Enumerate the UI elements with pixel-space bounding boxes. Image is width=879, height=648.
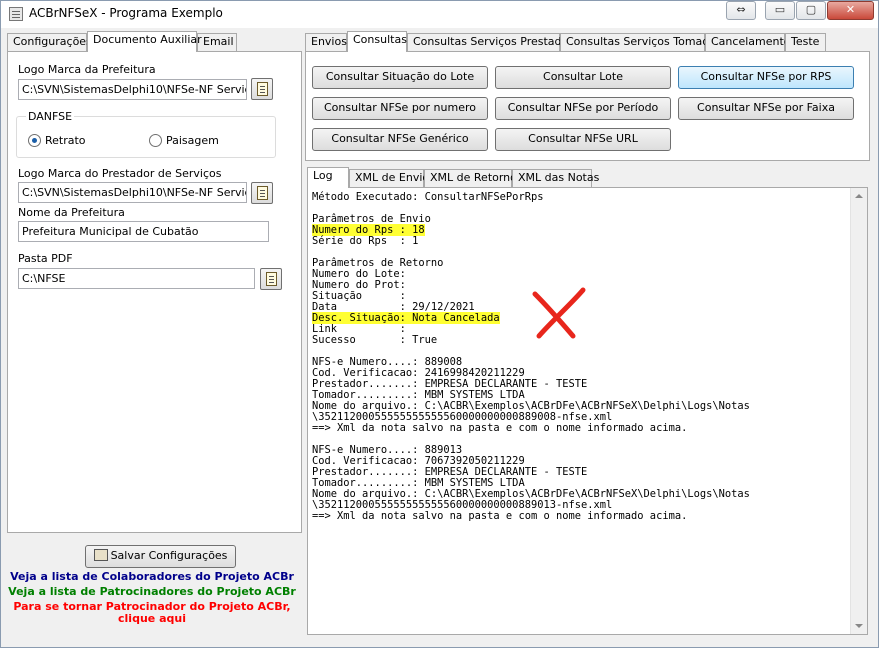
tab-xml-notas[interactable]: XML das Notas	[512, 169, 599, 187]
consultar-nfse-generico-button[interactable]: Consultar NFSe Genérico	[312, 128, 488, 151]
consultar-nfse-url-button[interactable]: Consultar NFSe URL	[495, 128, 671, 151]
logo-prestador-label: Logo Marca do Prestador de Serviços	[18, 167, 222, 180]
log-line: Série do Rps : 1	[312, 235, 419, 247]
browse-logo-prefeitura-button[interactable]	[251, 78, 273, 100]
scroll-down-arrow-icon[interactable]	[855, 624, 863, 628]
close-button[interactable]: ✕	[827, 1, 874, 20]
right-tab-row: Envios Consultas Consultas Serviços Pres…	[305, 31, 870, 52]
log-content: Método Executado: ConsultarNFSePorRps Pa…	[312, 192, 750, 522]
scroll-up-arrow-icon[interactable]	[855, 194, 863, 198]
radio-retrato-label: Retrato	[45, 134, 86, 147]
log-line: Sucesso : True	[312, 334, 438, 346]
tab-xml-envio[interactable]: XML de Envio	[349, 169, 429, 187]
danfse-label: DANFSE	[26, 110, 75, 123]
restore-tray-button[interactable]: ⇔	[726, 1, 756, 20]
tab-consultas-servicos-prestados[interactable]: Consultas Serviços Prestados	[407, 33, 574, 51]
salvar-configuracoes-label: Salvar Configurações	[110, 549, 228, 562]
left-tab-row: Configurações Documento Auxiliar Email	[7, 31, 302, 52]
tab-email[interactable]: Email	[197, 33, 237, 51]
tab-documento-auxiliar[interactable]: Documento Auxiliar	[87, 31, 202, 52]
tab-cancelamento[interactable]: Cancelamento	[705, 33, 791, 51]
log-line: Método Executado: ConsultarNFSePorRps	[312, 191, 544, 203]
patrocinador-link-line2[interactable]: clique aqui	[7, 612, 297, 625]
salvar-configuracoes-button[interactable]: Salvar Configurações	[85, 545, 236, 568]
browse-logo-prestador-button[interactable]	[251, 182, 273, 204]
log-line: ==> Xml da nota salvo na pasta e com o n…	[312, 422, 688, 434]
consultas-panel: Consultar Situação do Lote Consultar Lot…	[305, 51, 870, 161]
tab-teste[interactable]: Teste	[785, 33, 826, 51]
file-icon	[257, 186, 268, 200]
maximize-button[interactable]: ▢	[796, 1, 826, 20]
app-icon	[9, 7, 23, 21]
minimize-button[interactable]: ▭	[765, 1, 795, 20]
title-bar: ACBrNFSeX - Programa Exemplo ⇔ ▭ ▢ ✕	[1, 1, 878, 28]
pasta-pdf-label: Pasta PDF	[18, 252, 73, 265]
nome-prefeitura-input[interactable]: Prefeitura Municipal de Cubatão	[18, 221, 269, 242]
log-tab-row: Log XML de Envio XML de Retorno XML das …	[305, 167, 870, 188]
file-icon	[257, 82, 268, 96]
tab-envios[interactable]: Envios	[305, 33, 347, 51]
log-textarea[interactable]: Método Executado: ConsultarNFSePorRps Pa…	[307, 187, 868, 635]
logo-prestador-input[interactable]: C:\SVN\SistemasDelphi10\NFSe-NF Servico …	[18, 182, 247, 203]
tab-consultas[interactable]: Consultas	[347, 31, 407, 52]
logo-prefeitura-input[interactable]: C:\SVN\SistemasDelphi10\NFSe-NF Servico …	[18, 79, 247, 100]
log-vertical-scrollbar[interactable]	[850, 188, 867, 634]
save-icon	[93, 549, 108, 561]
documento-auxiliar-panel: Logo Marca da Prefeitura C:\SVN\Sistemas…	[7, 51, 302, 533]
colaboradores-link[interactable]: Veja a lista de Colaboradores do Projeto…	[7, 570, 297, 583]
consultar-nfse-por-numero-button[interactable]: Consultar NFSe por numero	[312, 97, 488, 120]
red-x-annotation-icon	[532, 287, 586, 339]
logo-prefeitura-label: Logo Marca da Prefeitura	[18, 63, 156, 76]
tab-log[interactable]: Log	[307, 167, 349, 188]
log-line: ==> Xml da nota salvo na pasta e com o n…	[312, 510, 688, 522]
radio-retrato[interactable]	[28, 134, 41, 147]
browse-pasta-pdf-button[interactable]	[260, 268, 282, 290]
consultar-situacao-lote-button[interactable]: Consultar Situação do Lote	[312, 66, 488, 89]
file-icon	[266, 272, 277, 286]
consultar-lote-button[interactable]: Consultar Lote	[495, 66, 671, 89]
radio-paisagem[interactable]	[149, 134, 162, 147]
tab-configuracoes[interactable]: Configurações	[7, 33, 92, 51]
tab-consultas-servicos-tomados[interactable]: Consultas Serviços Tomados	[560, 33, 722, 51]
window-title: ACBrNFSeX - Programa Exemplo	[29, 6, 223, 20]
patrocinadores-link[interactable]: Veja a lista de Patrocinadores do Projet…	[7, 585, 297, 598]
consultar-nfse-por-rps-button[interactable]: Consultar NFSe por RPS	[678, 66, 854, 89]
consultar-nfse-por-periodo-button[interactable]: Consultar NFSe por Período	[495, 97, 671, 120]
nome-prefeitura-label: Nome da Prefeitura	[18, 206, 125, 219]
pasta-pdf-input[interactable]: C:\NFSE	[18, 268, 255, 289]
consultar-nfse-por-faixa-button[interactable]: Consultar NFSe por Faixa	[678, 97, 854, 120]
radio-paisagem-label: Paisagem	[166, 134, 219, 147]
tab-xml-retorno[interactable]: XML de Retorno	[424, 169, 517, 187]
main-window: ACBrNFSeX - Programa Exemplo ⇔ ▭ ▢ ✕ Con…	[0, 0, 879, 648]
